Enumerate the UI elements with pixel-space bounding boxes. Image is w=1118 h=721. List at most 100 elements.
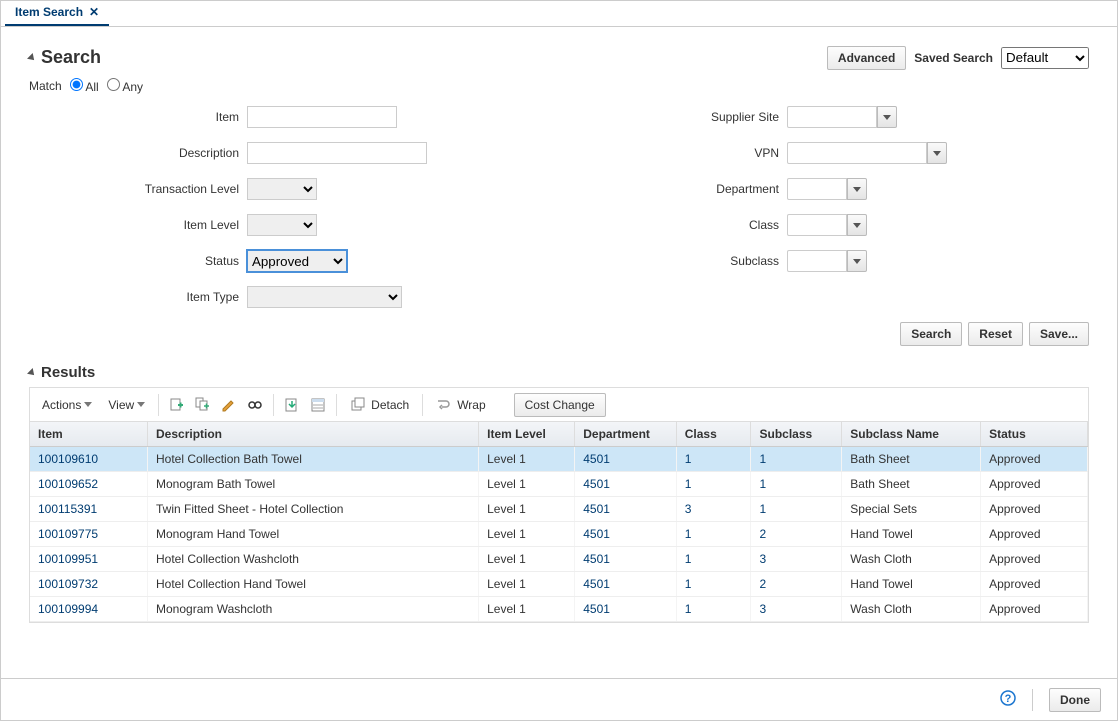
match-any-option[interactable]: Any	[107, 78, 143, 94]
export-icon[interactable]	[281, 394, 303, 416]
dept-link[interactable]: 4501	[583, 602, 610, 616]
class-lov-button[interactable]	[847, 214, 867, 236]
class-input[interactable]	[787, 214, 847, 236]
supplier-site-label: Supplier Site	[509, 110, 779, 124]
item-type-select[interactable]	[247, 286, 402, 308]
table-row[interactable]: 100109652Monogram Bath TowelLevel 145011…	[30, 472, 1088, 497]
class-link[interactable]: 3	[685, 502, 692, 516]
table-row[interactable]: 100115391Twin Fitted Sheet - Hotel Colle…	[30, 497, 1088, 522]
cell-subclass-name: Hand Towel	[842, 522, 981, 547]
subclass-lov-button[interactable]	[847, 250, 867, 272]
vpn-input[interactable]	[787, 142, 927, 164]
item-link[interactable]: 100109652	[38, 477, 98, 491]
col-department[interactable]: Department	[575, 422, 676, 447]
cost-change-button[interactable]: Cost Change	[514, 393, 606, 417]
dept-link[interactable]: 4501	[583, 502, 610, 516]
dept-link[interactable]: 4501	[583, 527, 610, 541]
edit-icon[interactable]	[218, 394, 240, 416]
col-item[interactable]: Item	[30, 422, 148, 447]
table-row[interactable]: 100109732Hotel Collection Hand TowelLeve…	[30, 572, 1088, 597]
detach-button[interactable]: Detach	[344, 394, 415, 416]
results-section-header[interactable]: Results	[29, 364, 1089, 381]
cell-status: Approved	[981, 472, 1088, 497]
content-scroll[interactable]: Search Advanced Saved Search Default Mat…	[1, 27, 1117, 678]
dept-link[interactable]: 4501	[583, 477, 610, 491]
item-input[interactable]	[247, 106, 397, 128]
subclass-link[interactable]: 3	[759, 602, 766, 616]
department-lov-button[interactable]	[847, 178, 867, 200]
item-link[interactable]: 100109732	[38, 577, 98, 591]
item-link[interactable]: 100109951	[38, 552, 98, 566]
save-button[interactable]: Save...	[1029, 322, 1089, 346]
chevron-down-icon	[883, 115, 891, 120]
col-description[interactable]: Description	[148, 422, 479, 447]
supplier-site-input[interactable]	[787, 106, 877, 128]
class-link[interactable]: 1	[685, 577, 692, 591]
cell-item-level: Level 1	[479, 597, 575, 622]
cell-description: Hotel Collection Washcloth	[148, 547, 479, 572]
subclass-link[interactable]: 2	[759, 527, 766, 541]
subclass-input[interactable]	[787, 250, 847, 272]
dept-link[interactable]: 4501	[583, 552, 610, 566]
vpn-lov-button[interactable]	[927, 142, 947, 164]
subclass-link[interactable]: 1	[759, 477, 766, 491]
class-link[interactable]: 1	[685, 477, 692, 491]
class-link[interactable]: 1	[685, 527, 692, 541]
item-link[interactable]: 100109994	[38, 602, 98, 616]
supplier-site-lov-button[interactable]	[877, 106, 897, 128]
class-link[interactable]: 1	[685, 552, 692, 566]
description-input[interactable]	[247, 142, 427, 164]
actions-menu[interactable]: Actions	[36, 394, 98, 416]
class-label: Class	[509, 218, 779, 232]
match-all-radio[interactable]	[70, 78, 83, 91]
table-row[interactable]: 100109951Hotel Collection WashclothLevel…	[30, 547, 1088, 572]
table-row[interactable]: 100109994Monogram WashclothLevel 1450113…	[30, 597, 1088, 622]
table-row[interactable]: 100109610Hotel Collection Bath TowelLeve…	[30, 447, 1088, 472]
class-link[interactable]: 1	[685, 602, 692, 616]
qbe-icon[interactable]	[307, 394, 329, 416]
chevron-down-icon	[853, 223, 861, 228]
tab-item-search[interactable]: Item Search ✕	[5, 0, 109, 26]
search-button[interactable]: Search	[900, 322, 962, 346]
table-row[interactable]: 100109775Monogram Hand TowelLevel 145011…	[30, 522, 1088, 547]
item-link[interactable]: 100109610	[38, 452, 98, 466]
create-from-existing-icon[interactable]	[192, 394, 214, 416]
cell-description: Hotel Collection Hand Towel	[148, 572, 479, 597]
advanced-button[interactable]: Advanced	[827, 46, 906, 70]
match-any-radio[interactable]	[107, 78, 120, 91]
col-subclass-name[interactable]: Subclass Name	[842, 422, 981, 447]
view-menu[interactable]: View	[102, 394, 151, 416]
close-icon[interactable]: ✕	[89, 5, 99, 19]
done-button[interactable]: Done	[1049, 688, 1101, 712]
item-level-select[interactable]	[247, 214, 317, 236]
reset-button[interactable]: Reset	[968, 322, 1023, 346]
subclass-link[interactable]: 1	[759, 452, 766, 466]
chevron-down-icon	[853, 187, 861, 192]
cell-subclass-name: Wash Cloth	[842, 547, 981, 572]
search-section-header[interactable]: Search	[29, 47, 101, 68]
dept-link[interactable]: 4501	[583, 577, 610, 591]
match-all-option[interactable]: All	[70, 78, 99, 94]
help-icon[interactable]: ?	[1000, 690, 1016, 709]
item-link[interactable]: 100109775	[38, 527, 98, 541]
view-icon[interactable]	[244, 394, 266, 416]
subclass-link[interactable]: 1	[759, 502, 766, 516]
col-item-level[interactable]: Item Level	[479, 422, 575, 447]
col-status[interactable]: Status	[981, 422, 1088, 447]
dept-link[interactable]: 4501	[583, 452, 610, 466]
results-table-wrap[interactable]: Item Description Item Level Department C…	[29, 421, 1089, 623]
subclass-link[interactable]: 3	[759, 552, 766, 566]
tab-label: Item Search	[15, 5, 83, 19]
wrap-button[interactable]: Wrap	[430, 394, 491, 416]
class-link[interactable]: 1	[685, 452, 692, 466]
department-input[interactable]	[787, 178, 847, 200]
create-icon[interactable]	[166, 394, 188, 416]
status-select[interactable]: Approved	[247, 250, 347, 272]
cell-status: Approved	[981, 447, 1088, 472]
col-subclass[interactable]: Subclass	[751, 422, 842, 447]
item-link[interactable]: 100115391	[38, 502, 97, 516]
subclass-link[interactable]: 2	[759, 577, 766, 591]
saved-search-select[interactable]: Default	[1001, 47, 1089, 69]
col-class[interactable]: Class	[676, 422, 751, 447]
transaction-level-select[interactable]	[247, 178, 317, 200]
